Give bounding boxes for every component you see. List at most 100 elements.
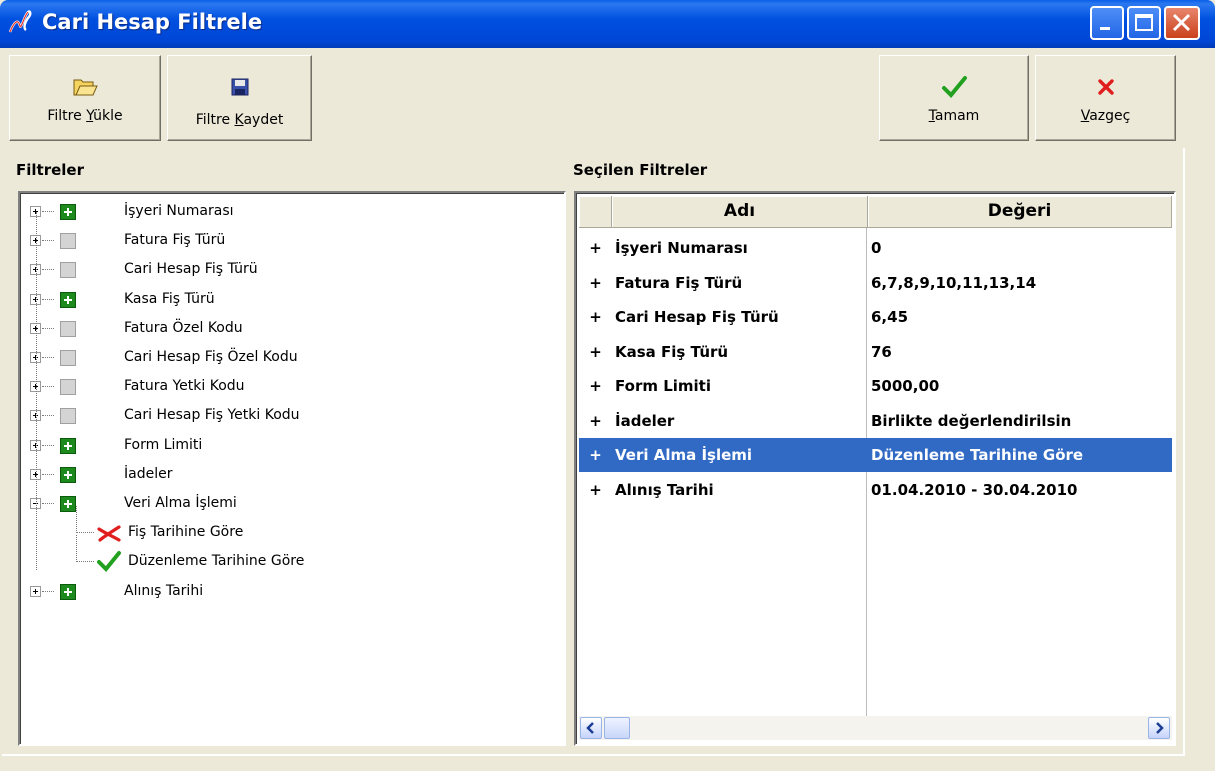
filter-value-cell: Birlikte değerlendirilsin [871,411,1072,430]
tree-child-item[interactable]: Fiş Tarihine Göre [20,506,560,546]
tree-connector [76,532,94,534]
tree-item[interactable]: Fatura Yetki Kodu [20,374,560,400]
active-filter-icon [60,204,76,220]
window-title: Cari Hesap Filtrele [42,10,263,34]
signature-icon [8,10,32,33]
load-filter-button[interactable]: Filtre Yükle [9,55,161,141]
row-expand-indicator[interactable]: + [579,335,612,369]
toolbar: Filtre Yükle Filtre Kaydet Tamam Vazgeç [0,48,1215,144]
title-bar[interactable]: Cari Hesap Filtrele [0,0,1215,48]
save-filter-button[interactable]: Filtre Kaydet [167,55,312,141]
active-filter-icon [60,437,76,454]
red-x-icon [97,525,121,542]
tree-item[interactable]: Fatura Fiş Türü [20,228,560,254]
active-filter-icon [60,583,76,600]
row-expand-indicator[interactable]: + [579,300,612,334]
table-row[interactable]: + Cari Hesap Fiş Türü 6,45 [579,300,1172,334]
minimize-button[interactable] [1090,6,1124,40]
active-filter-icon [60,466,76,483]
table-row[interactable]: + İadeler Birlikte değerlendirilsin [579,404,1172,438]
tree-item[interactable]: Veri Alma İşlemi [20,491,560,517]
close-button[interactable] [1164,6,1200,40]
scroll-right-button[interactable] [1148,717,1170,739]
tree-item[interactable]: Cari Hesap Fiş Özel Kodu [20,345,560,371]
inactive-filter-icon [60,350,76,366]
table-row[interactable]: + Form Limiti 5000,00 [579,369,1172,403]
row-expand-indicator[interactable]: + [579,404,612,438]
horizontal-scrollbar[interactable] [579,716,1172,740]
tree-connector [76,535,77,563]
filter-name-cell: İadeler [615,411,675,430]
cancel-button[interactable]: Vazgeç [1035,55,1176,141]
close-icon [1172,13,1191,32]
active-filter-icon [60,496,76,512]
selected-filters-grid[interactable]: Adı Değeri + İşyeri Numarası 0 + Fatura Fiş … [574,191,1176,746]
filters-title: Filtreler [16,161,84,179]
open-folder-icon [73,79,98,96]
tree-connector [42,240,54,242]
row-expand-indicator[interactable]: + [579,369,612,403]
column-header-value[interactable]: Değeri [868,196,1172,228]
filter-name-cell: Cari Hesap Fiş Türü [615,308,779,326]
tree-item[interactable]: Alınış Tarihi [20,579,560,605]
tree-item[interactable]: Form Limiti [20,433,560,459]
tree-item[interactable]: Cari Hesap Fiş Yetki Kodu [20,403,560,429]
filter-value-cell: 5000,00 [871,377,940,395]
maximize-button[interactable] [1127,6,1161,40]
table-row[interactable]: + Alınış Tarihi 01.04.2010 - 30.04.2010 [579,473,1172,507]
filter-value-cell: 76 [871,342,892,361]
tree-item[interactable]: Fatura Özel Kodu [20,316,560,342]
column-header-name[interactable]: Adı [612,196,868,228]
ok-button[interactable]: Tamam [879,55,1029,141]
row-indicator-header [579,196,612,228]
filter-name-cell: Alınış Tarihi [615,480,714,499]
tree-connector [42,386,54,388]
tree-item-label: Cari Hesap Fiş Özel Kodu [124,349,298,365]
tree-connector [36,212,37,571]
tree-item[interactable]: Cari Hesap Fiş Türü [20,257,560,283]
scroll-thumb[interactable] [604,717,630,739]
tree-item-label: Cari Hesap Fiş Yetki Kodu [124,407,300,424]
row-expand-indicator[interactable]: + [579,266,612,300]
tree-item[interactable]: İşyeri Numarası [20,199,560,225]
filter-name-cell: Form Limiti [615,377,711,395]
filter-tree[interactable]: İşyeri Numarası Fatura Fiş Türü Cari Hesap… [18,191,566,746]
inactive-filter-icon [60,233,76,250]
scroll-left-button[interactable] [580,717,602,739]
arrow-right-icon [1156,722,1164,734]
check-icon [97,551,121,573]
tree-item-label: İadeler [124,465,173,482]
tree-item[interactable]: İadeler [20,462,560,488]
expand-icon[interactable] [30,585,41,597]
table-row[interactable]: + Fatura Fiş Türü 6,7,8,9,10,11,13,14 [579,266,1172,300]
tree-item-label: Fatura Özel Kodu [124,319,243,336]
tree-item-label: Fiş Tarihine Göre [128,524,244,541]
filter-value-cell: 01.04.2010 - 30.04.2010 [871,480,1078,499]
table-row[interactable]: + İşyeri Numarası 0 [579,231,1172,265]
tree-item-label: Form Limiti [124,436,203,453]
minimize-icon [1100,27,1110,30]
tree-item-label: Düzenleme Tarihine Göre [128,553,305,570]
inactive-filter-icon [60,320,76,337]
tree-item[interactable]: Kasa Fiş Türü [20,287,560,313]
tree-connector [42,211,54,212]
active-filter-icon [60,291,76,308]
filter-name-cell: Kasa Fiş Türü [615,342,729,361]
check-icon [942,76,967,98]
tree-connector [42,327,54,329]
tree-connector [42,503,54,504]
tree-connector [42,590,54,592]
table-row[interactable]: + Veri Alma İşlemi Düzenleme Tarihine Göre [579,438,1172,472]
tree-connector [42,473,54,475]
tree-child-item[interactable]: Düzenleme Tarihine Göre [20,535,560,575]
table-row[interactable]: + Kasa Fiş Türü 76 [579,335,1172,369]
row-expand-indicator[interactable]: + [579,231,612,265]
red-x-icon [1097,79,1114,95]
filter-name-cell: Veri Alma İşlemi [615,446,753,464]
maximize-icon [1135,14,1153,31]
tree-connector [42,269,54,271]
selected-filters-title: Seçilen Filtreler [573,161,708,179]
row-expand-indicator[interactable]: + [579,473,612,507]
row-expand-indicator[interactable]: + [579,438,612,472]
tree-connector [76,506,77,534]
